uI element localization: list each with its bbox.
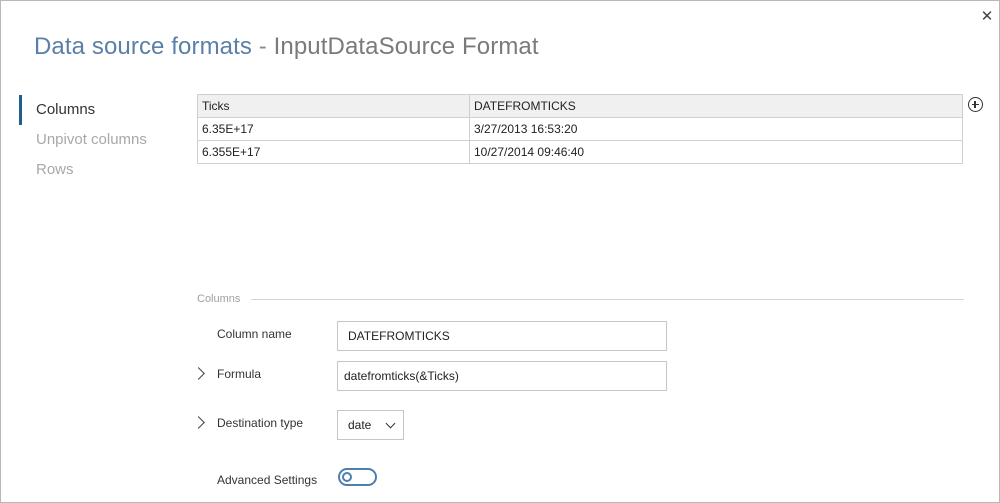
table-row[interactable]: 6.35E+17 3/27/2013 16:53:20 <box>197 117 963 141</box>
title-separator: - <box>258 33 267 60</box>
table-cell: 6.355E+17 <box>197 140 470 164</box>
column-name-input[interactable] <box>337 321 667 351</box>
formula-input[interactable] <box>337 361 667 391</box>
destination-type-label: Destination type <box>217 416 304 430</box>
nav-item-columns[interactable]: Columns <box>19 95 169 125</box>
grid-header-row: Ticks DATEFROMTICKS <box>197 94 963 118</box>
dialog-title: Data source formats - InputDataSource Fo… <box>34 33 539 61</box>
dialog: ✕ Data source formats - InputDataSource … <box>0 0 1000 503</box>
advanced-settings-toggle[interactable] <box>338 468 377 486</box>
advanced-settings-label: Advanced Settings <box>217 473 318 487</box>
nav-item-rows[interactable]: Rows <box>19 155 169 185</box>
formula-label: Formula <box>217 367 262 381</box>
destination-type-select[interactable]: date <box>337 410 404 440</box>
close-icon[interactable]: ✕ <box>979 9 995 25</box>
toggle-knob <box>342 472 352 482</box>
preview-grid: Ticks DATEFROMTICKS 6.35E+17 3/27/2013 1… <box>197 94 963 164</box>
column-header-ticks[interactable]: Ticks <box>197 94 470 118</box>
add-column-icon[interactable] <box>968 97 983 112</box>
table-row[interactable]: 6.355E+17 10/27/2014 09:46:40 <box>197 140 963 164</box>
table-cell: 3/27/2013 16:53:20 <box>469 117 963 141</box>
table-cell: 10/27/2014 09:46:40 <box>469 140 963 164</box>
nav-item-unpivot-columns[interactable]: Unpivot columns <box>19 125 169 155</box>
table-cell: 6.35E+17 <box>197 117 470 141</box>
destination-type-value: date <box>348 418 372 432</box>
title-main: Data source formats <box>34 33 252 60</box>
columns-section-heading: Columns <box>197 293 241 305</box>
column-name-label: Column name <box>217 327 292 341</box>
chevron-down-icon <box>385 418 396 429</box>
formula-expand-chevron-icon[interactable] <box>192 367 205 380</box>
title-sub: InputDataSource Format <box>273 33 539 60</box>
side-nav: Columns Unpivot columns Rows <box>19 95 169 185</box>
section-divider <box>251 299 964 300</box>
destination-type-expand-chevron-icon[interactable] <box>192 416 205 429</box>
column-header-datefromticks[interactable]: DATEFROMTICKS <box>469 94 963 118</box>
